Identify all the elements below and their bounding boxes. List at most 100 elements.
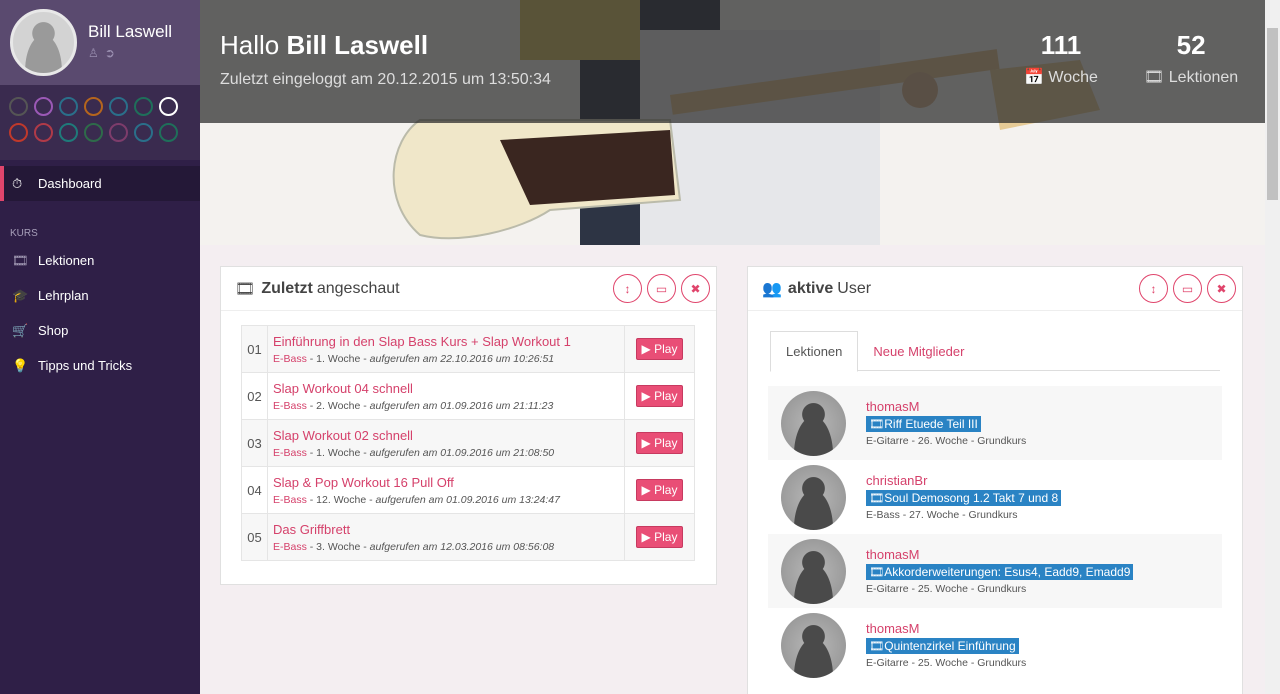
table-row: 04 Slap & Pop Workout 16 Pull Off E-Bass… <box>241 466 695 514</box>
user-name[interactable]: christianBr <box>866 473 1061 488</box>
play-cell: ▶ Play <box>624 419 695 467</box>
theme-swatch[interactable] <box>159 97 178 116</box>
lesson-title: Soul Demosong 1.2 Takt 7 und 8 <box>884 491 1059 505</box>
panel-controls: ↕ ▭ ✖ <box>1139 274 1236 303</box>
tab-lektionen[interactable]: Lektionen <box>770 331 859 372</box>
play-label: Play <box>654 530 678 544</box>
seen-at: aufgerufen am 01.09.2016 um 21:08:50 <box>369 446 555 459</box>
play-label: Play <box>654 389 678 403</box>
play-button[interactable]: ▶ Play <box>635 432 684 454</box>
sidebar-item-label: Lektionen <box>38 253 95 268</box>
greeting: Hallo Bill Laswell <box>220 30 428 61</box>
sidebar-item-dashboard[interactable]: ⏱ Dashboard <box>0 166 200 201</box>
theme-swatch[interactable] <box>9 97 28 116</box>
greeting-name: Bill Laswell <box>286 30 429 60</box>
sidebar-item-lektionen[interactable]: 🎞 Lektionen <box>0 243 200 278</box>
sidebar-username: Bill Laswell <box>88 22 173 41</box>
sidebar-item-label: Dashboard <box>38 176 102 191</box>
theme-swatches <box>0 85 200 160</box>
play-button[interactable]: ▶ Play <box>635 479 684 501</box>
theme-swatch[interactable] <box>84 123 103 142</box>
sidebar-item-tipps[interactable]: 💡 Tipps und Tricks <box>0 348 200 383</box>
lightbulb-icon: 💡 <box>12 357 29 373</box>
lesson-link[interactable]: Slap Workout 02 schnell <box>273 428 619 443</box>
seen-at: aufgerufen am 12.03.2016 um 08:56:08 <box>369 540 555 553</box>
film-icon: 🎞 <box>12 252 29 268</box>
row-content: Slap & Pop Workout 16 Pull Off E-Bass - … <box>267 466 625 514</box>
play-cell: ▶ Play <box>624 325 695 373</box>
instrument: E-Bass <box>273 446 307 459</box>
theme-swatch[interactable] <box>109 123 128 142</box>
fullscreen-button[interactable]: ▭ <box>1173 274 1202 303</box>
user-list: thomasM 🎞Riff Etuede Teil III E-Gitarre … <box>768 386 1222 682</box>
close-button[interactable]: ✖ <box>681 274 710 303</box>
sidebar-item-lehrplan[interactable]: 🎓 Lehrplan <box>0 278 200 313</box>
scrollbar[interactable] <box>1265 0 1280 694</box>
theme-swatch[interactable] <box>134 97 153 116</box>
play-button[interactable]: ▶ Play <box>635 385 684 407</box>
theme-swatch[interactable] <box>159 123 178 142</box>
scrollbar-thumb[interactable] <box>1267 28 1278 200</box>
row-content: Das Griffbrett E-Bass - 3. Woche - aufge… <box>267 513 625 561</box>
user-name[interactable]: thomasM <box>866 547 1133 562</box>
play-label: Play <box>654 342 678 356</box>
row-index: 01 <box>241 325 268 373</box>
lesson-badge[interactable]: 🎞Akkorderweiterungen: Esus4, Eadd9, Emad… <box>866 564 1134 580</box>
lesson-title: Riff Etuede Teil III <box>884 417 978 431</box>
lesson-badge[interactable]: 🎞Soul Demosong 1.2 Takt 7 und 8 <box>866 490 1062 506</box>
lesson-badge[interactable]: 🎞Riff Etuede Teil III <box>866 416 981 432</box>
fullscreen-button[interactable]: ▭ <box>647 274 676 303</box>
lesson-title: Akkorderweiterungen: Esus4, Eadd9, Emadd… <box>884 565 1131 579</box>
close-button[interactable]: ✖ <box>1207 274 1236 303</box>
lesson-link[interactable]: Slap & Pop Workout 16 Pull Off <box>273 475 619 490</box>
theme-swatch[interactable] <box>59 123 78 142</box>
stopwatch-icon: ⏱ <box>12 175 23 191</box>
logout-icon[interactable]: ➲ <box>105 46 115 60</box>
user-info: thomasM 🎞Riff Etuede Teil III E-Gitarre … <box>866 399 1026 447</box>
user-name[interactable]: thomasM <box>866 399 1026 414</box>
week: - 1. Woche - <box>306 352 370 365</box>
lesson-badge[interactable]: 🎞Quintenzirkel Einführung <box>866 638 1019 654</box>
play-label: Play <box>654 436 678 450</box>
sidebar-item-shop[interactable]: 🛒 Shop <box>0 313 200 348</box>
theme-swatch[interactable] <box>59 97 78 116</box>
theme-swatch[interactable] <box>9 123 28 142</box>
theme-swatch[interactable] <box>84 97 103 116</box>
play-button[interactable]: ▶ Play <box>635 526 684 548</box>
user-name[interactable]: thomasM <box>866 621 1026 636</box>
sidebar-item-label: Lehrplan <box>38 288 89 303</box>
avatar[interactable] <box>10 9 77 76</box>
row-index: 04 <box>241 466 268 514</box>
user-meta: E-Gitarre - 25. Woche - Grundkurs <box>866 657 1027 669</box>
list-item: thomasM 🎞Akkorderweiterungen: Esus4, Ead… <box>768 534 1222 608</box>
lesson-link[interactable]: Slap Workout 04 schnell <box>273 381 619 396</box>
play-button[interactable]: ▶ Play <box>635 338 684 360</box>
nav-section-heading: KURS <box>10 228 38 239</box>
profile-block: Bill Laswell ♙ ➲ <box>0 0 200 85</box>
tab-neue-mitglieder[interactable]: Neue Mitglieder <box>858 331 979 371</box>
panel-title-bold: aktive <box>787 279 834 297</box>
user-actions: ♙ ➲ <box>88 46 115 60</box>
sidebar: Bill Laswell ♙ ➲ ⏱ Dashboard KURS 🎞 Lekt… <box>0 0 200 694</box>
theme-swatch[interactable] <box>34 97 53 116</box>
theme-swatch[interactable] <box>34 123 53 142</box>
lesson-link[interactable]: Das Griffbrett <box>273 522 619 537</box>
avatar[interactable] <box>781 390 846 456</box>
lesson-link[interactable]: Einführung in den Slap Bass Kurs + Slap … <box>273 334 619 349</box>
theme-swatch[interactable] <box>134 123 153 142</box>
theme-swatch[interactable] <box>109 97 128 116</box>
film-icon: 🎞 <box>235 280 256 298</box>
resize-button[interactable]: ↕ <box>1139 274 1168 303</box>
stat-lektionen: 52 🎞 Lektionen <box>1144 30 1238 87</box>
table-row: 05 Das Griffbrett E-Bass - 3. Woche - au… <box>241 513 695 561</box>
avatar[interactable] <box>781 538 846 604</box>
film-icon: 🎞 <box>869 565 885 579</box>
user-profile-icon[interactable]: ♙ <box>88 46 99 60</box>
row-content: Slap Workout 04 schnell E-Bass - 2. Woch… <box>267 372 625 420</box>
resize-button[interactable]: ↕ <box>613 274 642 303</box>
film-icon: 🎞 <box>869 639 885 653</box>
seen-at: aufgerufen am 01.09.2016 um 21:11:23 <box>369 399 554 412</box>
avatar[interactable] <box>781 464 846 530</box>
avatar[interactable] <box>781 612 846 678</box>
instrument: E-Bass <box>273 352 307 365</box>
